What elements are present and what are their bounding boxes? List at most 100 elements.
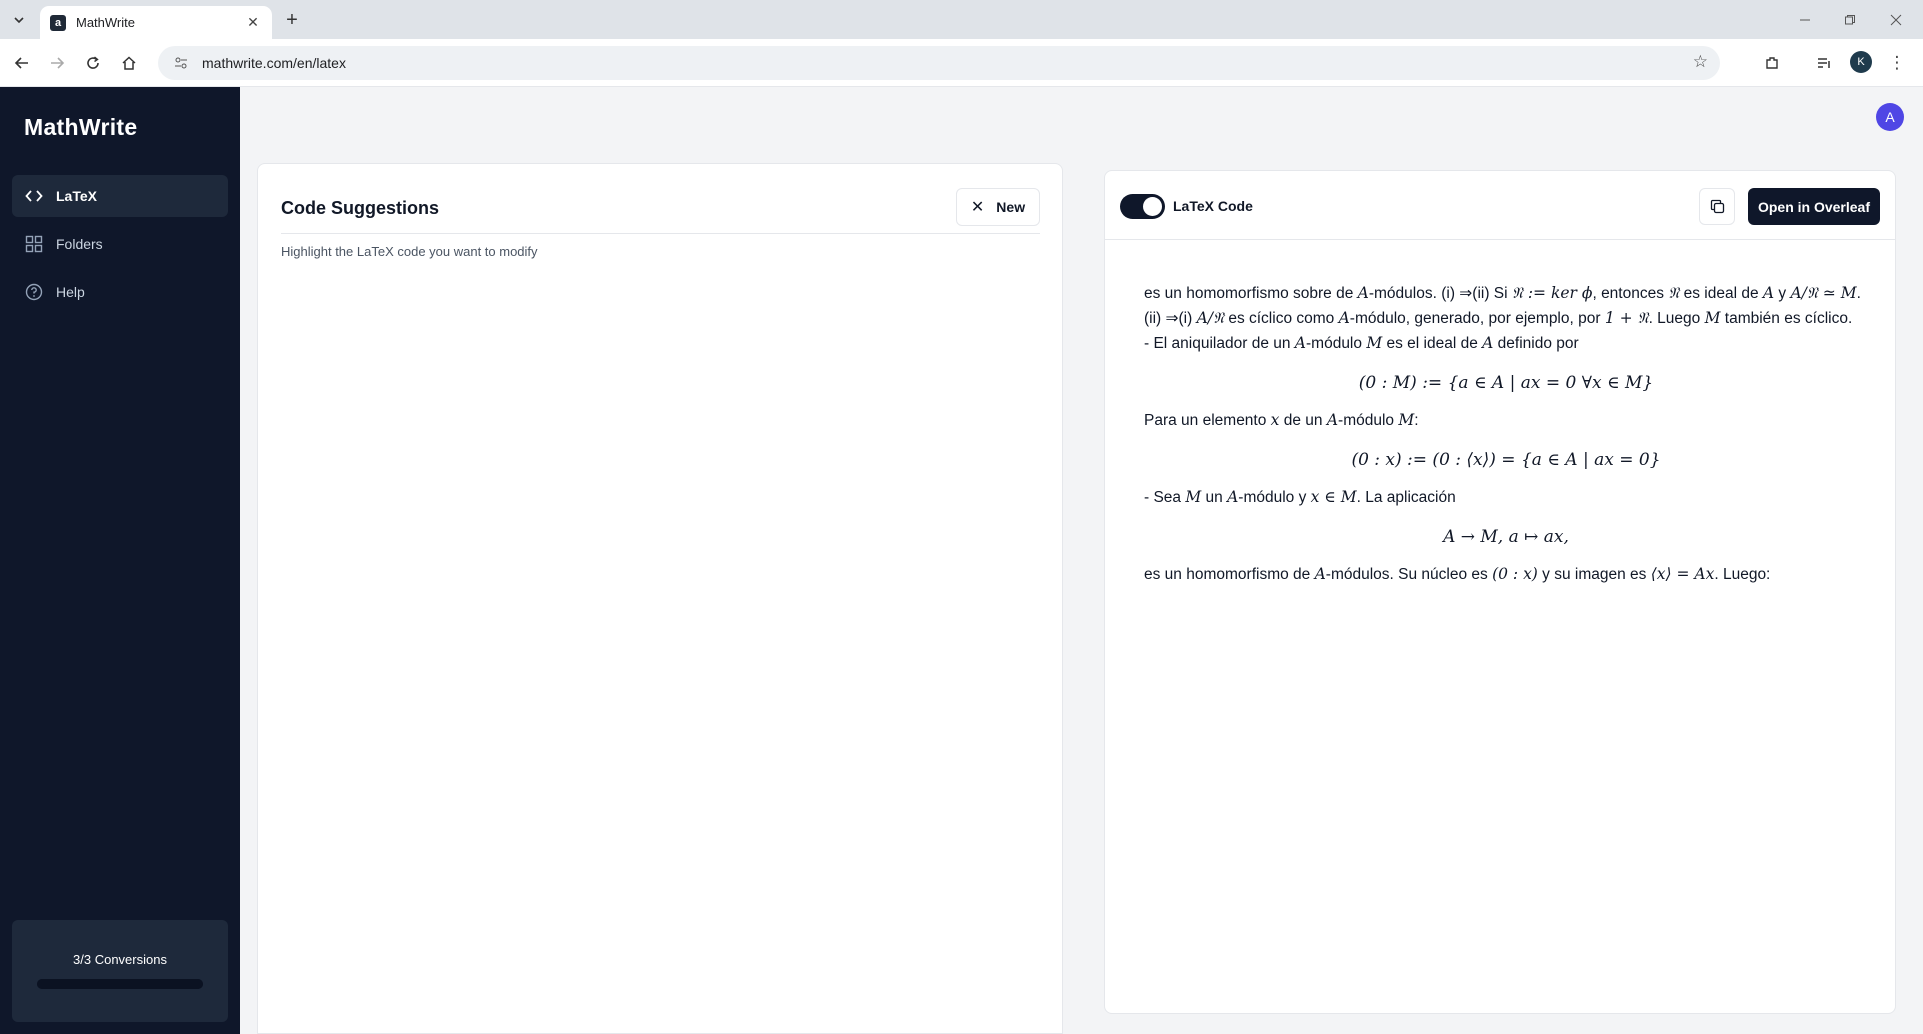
sidebar-item-help[interactable]: Help (12, 271, 228, 313)
text: -módulo, generado, por ejemplo, por (1349, 310, 1605, 327)
restore-icon[interactable] (1830, 8, 1870, 32)
text: es ideal de (1679, 285, 1763, 302)
math-inline: A/𝔑 (1196, 309, 1225, 327)
sidebar-item-label: Folders (56, 236, 103, 252)
browser-profile-avatar[interactable]: K (1850, 51, 1872, 73)
code-icon (24, 186, 44, 206)
display-equation: (0 : x) := (0 : ⟨x⟩) = {a ∈ A | ax = 0} (1351, 450, 1661, 470)
back-arrow-icon[interactable] (8, 49, 36, 77)
site-settings-icon[interactable] (172, 54, 190, 72)
text: . La aplicación (1356, 489, 1456, 506)
text: es un homomorfismo sobre de (1144, 285, 1358, 302)
math-inline: A (1326, 411, 1339, 429)
instruction-text: Highlight the LaTeX code you want to mod… (281, 244, 538, 259)
panel-title: Code Suggestions (281, 198, 440, 218)
text: es el ideal de (1382, 335, 1483, 352)
sidebar-item-latex[interactable]: LaTeX (12, 175, 228, 217)
text: y su imagen es (1537, 566, 1651, 583)
text: definido por (1493, 335, 1579, 352)
divider (281, 233, 1040, 234)
browser-toolbar: mathwrite.com/en/latex ☆ K ⋮ (0, 39, 1923, 87)
display-equation: (0 : M) := {a ∈ A | ax = 0 ∀x ∈ M} (1358, 373, 1654, 393)
math-inline: M (1398, 411, 1415, 429)
text: : (1414, 412, 1419, 429)
paragraph: - El aniquilador de un A-módulo M es el … (1144, 331, 1868, 356)
math-inline: A (1227, 488, 1239, 506)
help-circle-icon (24, 282, 44, 302)
text: -módulos. (i) ⇒(ii) Si (1368, 285, 1512, 302)
paragraph: - Sea M un A-módulo y x ∈ M. La aplicaci… (1144, 485, 1868, 510)
math-inline: x ∈ M (1310, 488, 1357, 506)
text: . Luego (1648, 310, 1705, 327)
media-queue-icon[interactable] (1810, 49, 1838, 77)
url-text: mathwrite.com/en/latex (202, 55, 346, 71)
tab-title: MathWrite (76, 15, 135, 30)
display-equation: A → M, a ↦ ax, (1443, 527, 1569, 547)
math-inline: M (1366, 334, 1383, 352)
math-inline: A (1762, 284, 1775, 302)
math-inline: M (1704, 309, 1721, 327)
conversions-progress-fill (37, 979, 203, 989)
math-inline: ⟨x⟩ = Ax (1650, 565, 1715, 583)
minimize-icon[interactable] (1785, 8, 1825, 32)
code-suggestions-panel: Code Suggestions ✕ New Highlight the LaT… (257, 163, 1063, 1034)
math-inline: M (1185, 488, 1202, 506)
app-logo[interactable]: MathWrite (24, 114, 137, 141)
new-button-label: New (996, 199, 1026, 215)
latex-code-toggle[interactable] (1120, 194, 1165, 219)
user-avatar[interactable]: A (1876, 103, 1904, 131)
tab-search-chevron-icon[interactable] (7, 8, 31, 32)
text: -módulo (1306, 335, 1367, 352)
text: -módulo y (1238, 489, 1311, 506)
text: Para un elemento (1144, 412, 1271, 429)
latex-preview-panel: LaTeX Code Open in Overleaf es un homomo… (1104, 170, 1896, 1014)
text: , entonces (1592, 285, 1669, 302)
math-inline: 𝔑 := ker ϕ (1511, 284, 1593, 302)
browser-menu-kebab-icon[interactable]: ⋮ (1883, 49, 1911, 77)
browser-tab[interactable]: a MathWrite ✕ (40, 6, 272, 39)
bookmark-star-icon[interactable]: ☆ (1693, 52, 1708, 72)
text: un (1201, 489, 1228, 506)
paragraph: Para un elemento x de un A-módulo M: (1144, 408, 1868, 433)
toggle-knob (1143, 197, 1162, 216)
text: es cíclico como (1224, 310, 1339, 327)
browser-tabstrip: a MathWrite ✕ + (0, 0, 1923, 39)
extensions-icon[interactable] (1758, 49, 1786, 77)
sidebar-item-label: LaTeX (56, 188, 97, 204)
toggle-label: LaTeX Code (1173, 198, 1253, 214)
grid-icon (24, 234, 44, 254)
forward-arrow-icon[interactable] (43, 49, 71, 77)
address-bar[interactable]: mathwrite.com/en/latex ☆ (158, 46, 1720, 80)
conversions-card: 3/3 Conversions (12, 920, 228, 1022)
text: es un homomorfismo de (1144, 566, 1315, 583)
math-inline: A (1482, 334, 1494, 352)
mathwrite-favicon-icon: a (50, 14, 66, 31)
copy-icon (1710, 199, 1724, 214)
text: -módulo (1338, 412, 1399, 429)
paragraph: es un homomorfismo sobre de A-módulos. (… (1144, 281, 1868, 331)
math-inline: A (1314, 565, 1326, 583)
math-inline: A (1357, 284, 1369, 302)
text: -módulos. Su núcleo es (1325, 566, 1493, 583)
copy-button[interactable] (1699, 188, 1735, 225)
new-tab-plus-icon[interactable]: + (280, 8, 304, 32)
open-in-overleaf-button[interactable]: Open in Overleaf (1748, 188, 1880, 225)
home-icon[interactable] (115, 49, 143, 77)
math-inline: A (1294, 334, 1306, 352)
preview-header: LaTeX Code Open in Overleaf (1105, 171, 1895, 240)
math-inline: 1 + 𝔑 (1604, 309, 1649, 327)
reload-icon[interactable] (79, 49, 107, 77)
paragraph: es un homomorfismo de A-módulos. Su núcl… (1144, 562, 1868, 587)
text: - El aniquilador de un (1144, 335, 1295, 352)
close-tab-icon[interactable]: ✕ (244, 14, 262, 31)
conversions-progress-bar (37, 979, 203, 989)
text: . Luego: (1714, 566, 1771, 583)
text: de un (1279, 412, 1327, 429)
close-x-icon: ✕ (970, 199, 985, 216)
new-button[interactable]: ✕ New (956, 188, 1040, 226)
text: también es cíclico. (1720, 310, 1853, 327)
close-window-icon[interactable] (1876, 8, 1916, 32)
rendered-latex-document: es un homomorfismo sobre de A-módulos. (… (1144, 281, 1868, 587)
math-inline: (0 : x) (1492, 565, 1538, 583)
sidebar-item-folders[interactable]: Folders (12, 223, 228, 265)
